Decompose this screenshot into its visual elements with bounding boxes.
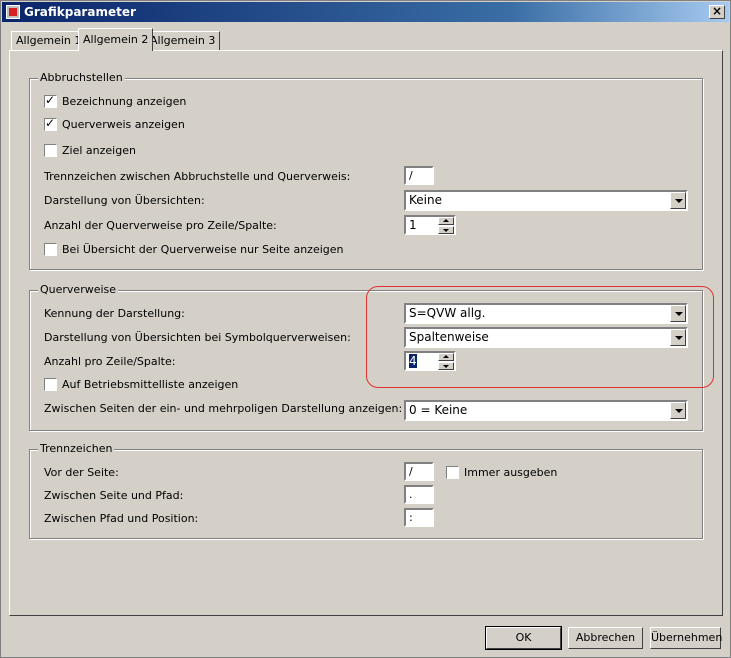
darstellung-uebersichten-value: Keine bbox=[409, 193, 442, 207]
anzahl-querverweise-spinner[interactable]: 1 bbox=[404, 215, 456, 235]
spin-down-icon[interactable] bbox=[438, 226, 454, 234]
trennzeichen-abbruch-label: Trennzeichen zwischen Abbruchstelle und … bbox=[44, 170, 351, 183]
vor-der-seite-label: Vor der Seite: bbox=[44, 466, 119, 479]
zwischen-seiten-label: Zwischen Seiten der ein- und mehrpoligen… bbox=[44, 402, 403, 415]
window-title: Grafikparameter bbox=[24, 5, 136, 19]
group-title-abbruchstellen: Abbruchstellen bbox=[38, 71, 125, 84]
symbolquerverweise-label: Darstellung von Übersichten bei Symbolqu… bbox=[44, 331, 351, 344]
chevron-down-icon[interactable] bbox=[670, 192, 686, 209]
anzahl-querverweise-value: 1 bbox=[409, 218, 417, 232]
dialog-window: Grafikparameter × Allgemein 1 Allgemein … bbox=[0, 0, 731, 658]
kennung-label: Kennung der Darstellung: bbox=[44, 307, 185, 320]
spin-down-icon[interactable] bbox=[438, 362, 454, 370]
chevron-down-icon[interactable] bbox=[670, 305, 686, 322]
abbrechen-button[interactable]: Abbrechen bbox=[568, 627, 643, 649]
betriebsmittelliste-label[interactable]: Auf Betriebsmittelliste anzeigen bbox=[62, 378, 238, 391]
uebersicht-nur-seite-checkbox[interactable] bbox=[44, 243, 57, 256]
uebernehmen-button[interactable]: Übernehmen bbox=[650, 627, 722, 649]
title-bar[interactable]: Grafikparameter × bbox=[2, 2, 729, 22]
kennung-select[interactable]: S=QVW allg. bbox=[404, 303, 688, 324]
kennung-value: S=QVW allg. bbox=[409, 306, 486, 320]
chevron-down-icon[interactable] bbox=[670, 329, 686, 346]
spin-up-icon[interactable] bbox=[438, 353, 454, 361]
seite-pfad-label: Zwischen Seite und Pfad: bbox=[44, 489, 184, 502]
trennzeichen-abbruch-input[interactable]: / bbox=[404, 166, 434, 185]
ok-button[interactable]: OK bbox=[485, 626, 562, 650]
bezeichnung-checkbox[interactable] bbox=[44, 93, 57, 108]
chevron-down-icon[interactable] bbox=[670, 402, 686, 419]
close-button[interactable]: × bbox=[709, 5, 725, 19]
querverweis-checkbox[interactable] bbox=[44, 116, 57, 131]
ziel-checkbox[interactable] bbox=[44, 144, 57, 157]
pfad-position-label: Zwischen Pfad und Position: bbox=[44, 512, 199, 525]
vor-der-seite-input[interactable]: / bbox=[404, 462, 434, 481]
immer-ausgeben-checkbox[interactable] bbox=[446, 466, 459, 479]
querverweis-label[interactable]: Querverweis anzeigen bbox=[62, 118, 185, 131]
anzahl-pro-zeile-spinner[interactable]: 4 bbox=[404, 351, 456, 371]
app-icon bbox=[6, 5, 20, 19]
symbolquerverweise-select[interactable]: Spaltenweise bbox=[404, 327, 688, 348]
pfad-position-input[interactable]: : bbox=[404, 508, 434, 527]
group-title-trennzeichen: Trennzeichen bbox=[38, 442, 115, 455]
tab-allgemein-1[interactable]: Allgemein 1 bbox=[11, 31, 87, 50]
darstellung-uebersichten-label: Darstellung von Übersichten: bbox=[44, 194, 205, 207]
immer-ausgeben-label[interactable]: Immer ausgeben bbox=[464, 466, 557, 479]
zwischen-seiten-select[interactable]: 0 = Keine bbox=[404, 400, 688, 421]
betriebsmittelliste-checkbox[interactable] bbox=[44, 378, 57, 391]
symbolquerverweise-value: Spaltenweise bbox=[409, 330, 489, 344]
group-title-querverweise: Querverweise bbox=[38, 283, 119, 296]
zwischen-seiten-value: 0 = Keine bbox=[409, 403, 468, 417]
anzahl-pro-zeile-label: Anzahl pro Zeile/Spalte: bbox=[44, 355, 176, 368]
spin-up-icon[interactable] bbox=[438, 217, 454, 225]
anzahl-querverweise-label: Anzahl der Querverweise pro Zeile/Spalte… bbox=[44, 219, 277, 232]
ziel-label[interactable]: Ziel anzeigen bbox=[62, 144, 136, 157]
seite-pfad-input[interactable]: . bbox=[404, 485, 434, 504]
anzahl-pro-zeile-value: 4 bbox=[409, 354, 417, 368]
tab-allgemein-3[interactable]: Allgemein 3 bbox=[145, 31, 221, 50]
darstellung-uebersichten-select[interactable]: Keine bbox=[404, 190, 688, 211]
tab-allgemein-2[interactable]: Allgemein 2 bbox=[78, 28, 154, 51]
uebersicht-nur-seite-label[interactable]: Bei Übersicht der Querverweise nur Seite… bbox=[62, 243, 344, 256]
bezeichnung-label[interactable]: Bezeichnung anzeigen bbox=[62, 95, 186, 108]
